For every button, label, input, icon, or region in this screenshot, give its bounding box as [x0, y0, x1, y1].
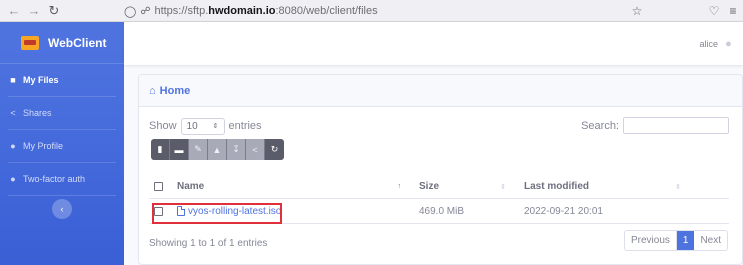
row-checkbox-cell	[149, 206, 167, 216]
chevron-left-icon: ‹	[60, 204, 64, 214]
page-1-button[interactable]: 1	[676, 231, 695, 250]
card-header: ⌂ Home	[139, 75, 742, 107]
sidebar-item-label: My Profile	[23, 141, 64, 151]
sidebar-item-label: Two-factor auth	[23, 174, 86, 184]
entries-value: 10	[186, 120, 198, 132]
bookmark-star-icon[interactable]: ☆	[628, 2, 646, 20]
user-avatar-icon[interactable]: ●	[723, 38, 734, 50]
folder-icon: ■	[10, 75, 16, 85]
brand-logo-icon	[21, 35, 39, 50]
new-file-button[interactable]: ▮	[151, 139, 170, 160]
row-modified-cell: 2022-09-21 20:01	[512, 206, 687, 217]
sidebar-item-label: Shares	[23, 108, 52, 118]
search-wrap: Search:	[581, 117, 729, 134]
user-icon: ●	[10, 141, 16, 151]
share-icon: <	[10, 108, 16, 118]
share-icon: <	[252, 144, 258, 155]
browser-toolbar: ← → ↻ ◯ ☍ https://sftp.hwdomain.io:8080/…	[0, 0, 743, 22]
user-name[interactable]: alice	[699, 39, 718, 49]
entries-label: entries	[228, 120, 262, 132]
pocket-icon[interactable]: ♡	[705, 2, 723, 20]
file-link[interactable]: vyos-rolling-latest.iso	[177, 206, 281, 217]
sort-icon: ↑	[397, 183, 402, 190]
shield-icon: ◯	[124, 5, 137, 18]
breadcrumb-home[interactable]: Home	[160, 85, 191, 97]
menu-icon[interactable]: ≡	[724, 2, 742, 20]
forward-arrow-icon[interactable]: →	[24, 1, 44, 21]
sidebar-divider	[8, 195, 116, 196]
brand-title: WebClient	[48, 35, 107, 50]
rename-button[interactable]: ✎	[189, 139, 208, 160]
sidebar-item-label: My Files	[23, 75, 59, 85]
previous-button[interactable]: Previous	[624, 231, 677, 250]
sidebar-item-my-files[interactable]: ■ My Files	[0, 64, 124, 96]
new-folder-button[interactable]: ▬	[170, 139, 189, 160]
select-all-checkbox[interactable]	[153, 182, 163, 191]
download-icon: ↧	[232, 144, 240, 154]
topbar: alice ●	[124, 22, 743, 65]
file-size: 469.0 MiB	[419, 205, 465, 217]
reload-icon[interactable]: ↻	[44, 1, 64, 21]
header-modified-label: Last modified	[524, 181, 590, 192]
pencil-icon: ✎	[194, 144, 202, 154]
url-text: https://sftp.hwdomain.io:8080/web/client…	[154, 5, 378, 17]
file-name: vyos-rolling-latest.iso	[188, 205, 282, 217]
sidebar-item-my-profile[interactable]: ● My Profile	[0, 130, 124, 162]
users-icon: ●	[10, 174, 16, 184]
file-modified: 2022-09-21 20:01	[524, 205, 603, 217]
sidebar-item-shares[interactable]: < Shares	[0, 97, 124, 129]
trash-icon: ▲	[212, 144, 222, 155]
sort-icon: ⇕	[500, 183, 506, 191]
row-name-cell: vyos-rolling-latest.iso	[167, 206, 407, 217]
files-table: Name ↑ Size ⇕ Last modified ⇕ vyos-rolli…	[149, 175, 729, 224]
file-icon	[177, 206, 185, 216]
home-icon: ⌂	[149, 84, 156, 97]
sidebar: WebClient ■ My Files < Shares ● My Profi…	[0, 22, 124, 265]
header-name[interactable]: Name ↑	[167, 181, 407, 192]
row-size-cell: 469.0 MiB	[407, 206, 512, 217]
folder-plus-icon: ▬	[174, 144, 184, 155]
table-header: Name ↑ Size ⇕ Last modified ⇕	[149, 175, 729, 199]
table-info: Showing 1 to 1 of 1 entries	[149, 238, 268, 249]
refresh-button[interactable]: ↻	[265, 139, 284, 160]
back-arrow-icon[interactable]: ←	[4, 1, 24, 21]
header-size[interactable]: Size ⇕	[407, 181, 512, 192]
row-checkbox[interactable]	[153, 206, 163, 216]
sidebar-item-two-factor-auth[interactable]: ● Two-factor auth	[0, 163, 124, 195]
delete-button[interactable]: ▲	[208, 139, 227, 160]
search-label: Search:	[581, 119, 619, 132]
file-plus-icon: ▮	[157, 144, 163, 154]
entries-select[interactable]: 10 ⇕	[180, 117, 225, 135]
sort-icon: ⇕	[675, 183, 681, 191]
lock-icon: ☍	[140, 5, 151, 17]
sidebar-toggle-button[interactable]: ‹	[52, 199, 72, 219]
files-card: ⌂ Home Show 10 ⇕ entries Search: ▮ ▬ ✎ ▲…	[138, 74, 743, 265]
pagination: Previous 1 Next	[623, 230, 728, 251]
search-input[interactable]	[623, 117, 729, 134]
header-name-label: Name	[177, 181, 205, 192]
file-toolbar: ▮ ▬ ✎ ▲ ↧ < ↻	[151, 139, 284, 160]
updown-icon: ⇕	[212, 123, 219, 130]
header-size-label: Size	[419, 181, 440, 192]
table-row[interactable]: vyos-rolling-latest.iso 469.0 MiB 2022-0…	[149, 199, 729, 224]
next-button[interactable]: Next	[694, 231, 727, 250]
refresh-icon: ↻	[270, 144, 279, 154]
share-button[interactable]: <	[246, 139, 265, 160]
select-all-cell	[149, 182, 167, 191]
header-modified[interactable]: Last modified ⇕	[512, 181, 687, 192]
url-bar[interactable]: ◯ ☍ https://sftp.hwdomain.io:8080/web/cl…	[124, 0, 644, 22]
brand[interactable]: WebClient	[0, 22, 124, 64]
table-controls: Show 10 ⇕ entries Search:	[149, 117, 729, 135]
download-button[interactable]: ↧	[227, 139, 246, 160]
show-label: Show	[149, 120, 177, 132]
